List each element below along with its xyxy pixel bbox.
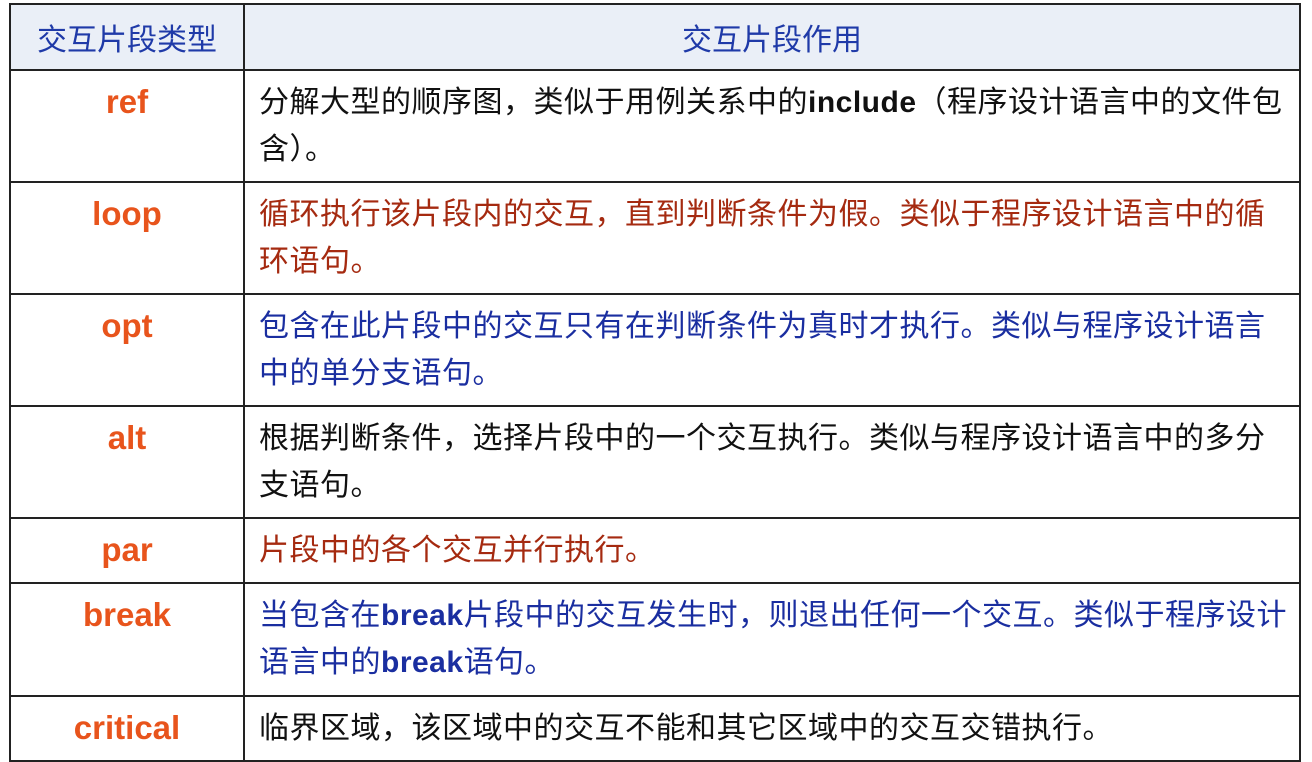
table-row: ref 分解大型的顺序图，类似于用例关系中的include（程序设计语言中的文件… bbox=[9, 69, 1301, 183]
fragment-type: break bbox=[9, 582, 245, 697]
fragment-desc: 根据判断条件，选择片段中的一个交互执行。类似与程序设计语言中的多分支语句。 bbox=[243, 405, 1301, 519]
fragment-desc: 包含在此片段中的交互只有在判断条件为真时才执行。类似与程序设计语言中的单分支语句… bbox=[243, 293, 1301, 407]
desc-keyword: break bbox=[381, 599, 464, 632]
desc-text: 分解大型的顺序图，类似于用例关系中的 bbox=[259, 85, 808, 120]
table-row: opt 包含在此片段中的交互只有在判断条件为真时才执行。类似与程序设计语言中的单… bbox=[9, 293, 1301, 407]
fragment-type: ref bbox=[9, 69, 245, 183]
fragment-type: opt bbox=[9, 293, 245, 407]
fragment-table: 交互片段类型 交互片段作用 ref 分解大型的顺序图，类似于用例关系中的incl… bbox=[9, 3, 1301, 762]
desc-text: 语句。 bbox=[463, 645, 556, 680]
header-type: 交互片段类型 bbox=[9, 3, 245, 71]
desc-text: 当包含在 bbox=[259, 598, 381, 633]
table-row: break 当包含在break片段中的交互发生时，则退出任何一个交互。类似于程序… bbox=[9, 582, 1301, 697]
fragment-type: alt bbox=[9, 405, 245, 519]
header-purpose: 交互片段作用 bbox=[243, 3, 1301, 71]
table-row: par 片段中的各个交互并行执行。 bbox=[9, 517, 1301, 584]
desc-keyword: break bbox=[381, 646, 464, 679]
table-row: critical 临界区域，该区域中的交互不能和其它区域中的交互交错执行。 bbox=[9, 695, 1301, 762]
table-row: loop 循环执行该片段内的交互，直到判断条件为假。类似于程序设计语言中的循环语… bbox=[9, 181, 1301, 295]
fragment-type: par bbox=[9, 517, 245, 584]
header-row: 交互片段类型 交互片段作用 bbox=[9, 3, 1301, 71]
fragment-desc: 临界区域，该区域中的交互不能和其它区域中的交互交错执行。 bbox=[243, 695, 1301, 762]
desc-keyword: include bbox=[808, 86, 917, 119]
fragment-desc: 当包含在break片段中的交互发生时，则退出任何一个交互。类似于程序设计语言中的… bbox=[243, 582, 1301, 697]
fragment-desc: 循环执行该片段内的交互，直到判断条件为假。类似于程序设计语言中的循环语句。 bbox=[243, 181, 1301, 295]
table-row: alt 根据判断条件，选择片段中的一个交互执行。类似与程序设计语言中的多分支语句… bbox=[9, 405, 1301, 519]
fragment-desc: 片段中的各个交互并行执行。 bbox=[243, 517, 1301, 584]
fragment-desc: 分解大型的顺序图，类似于用例关系中的include（程序设计语言中的文件包含）。 bbox=[243, 69, 1301, 183]
fragment-type: critical bbox=[9, 695, 245, 762]
fragment-type: loop bbox=[9, 181, 245, 295]
